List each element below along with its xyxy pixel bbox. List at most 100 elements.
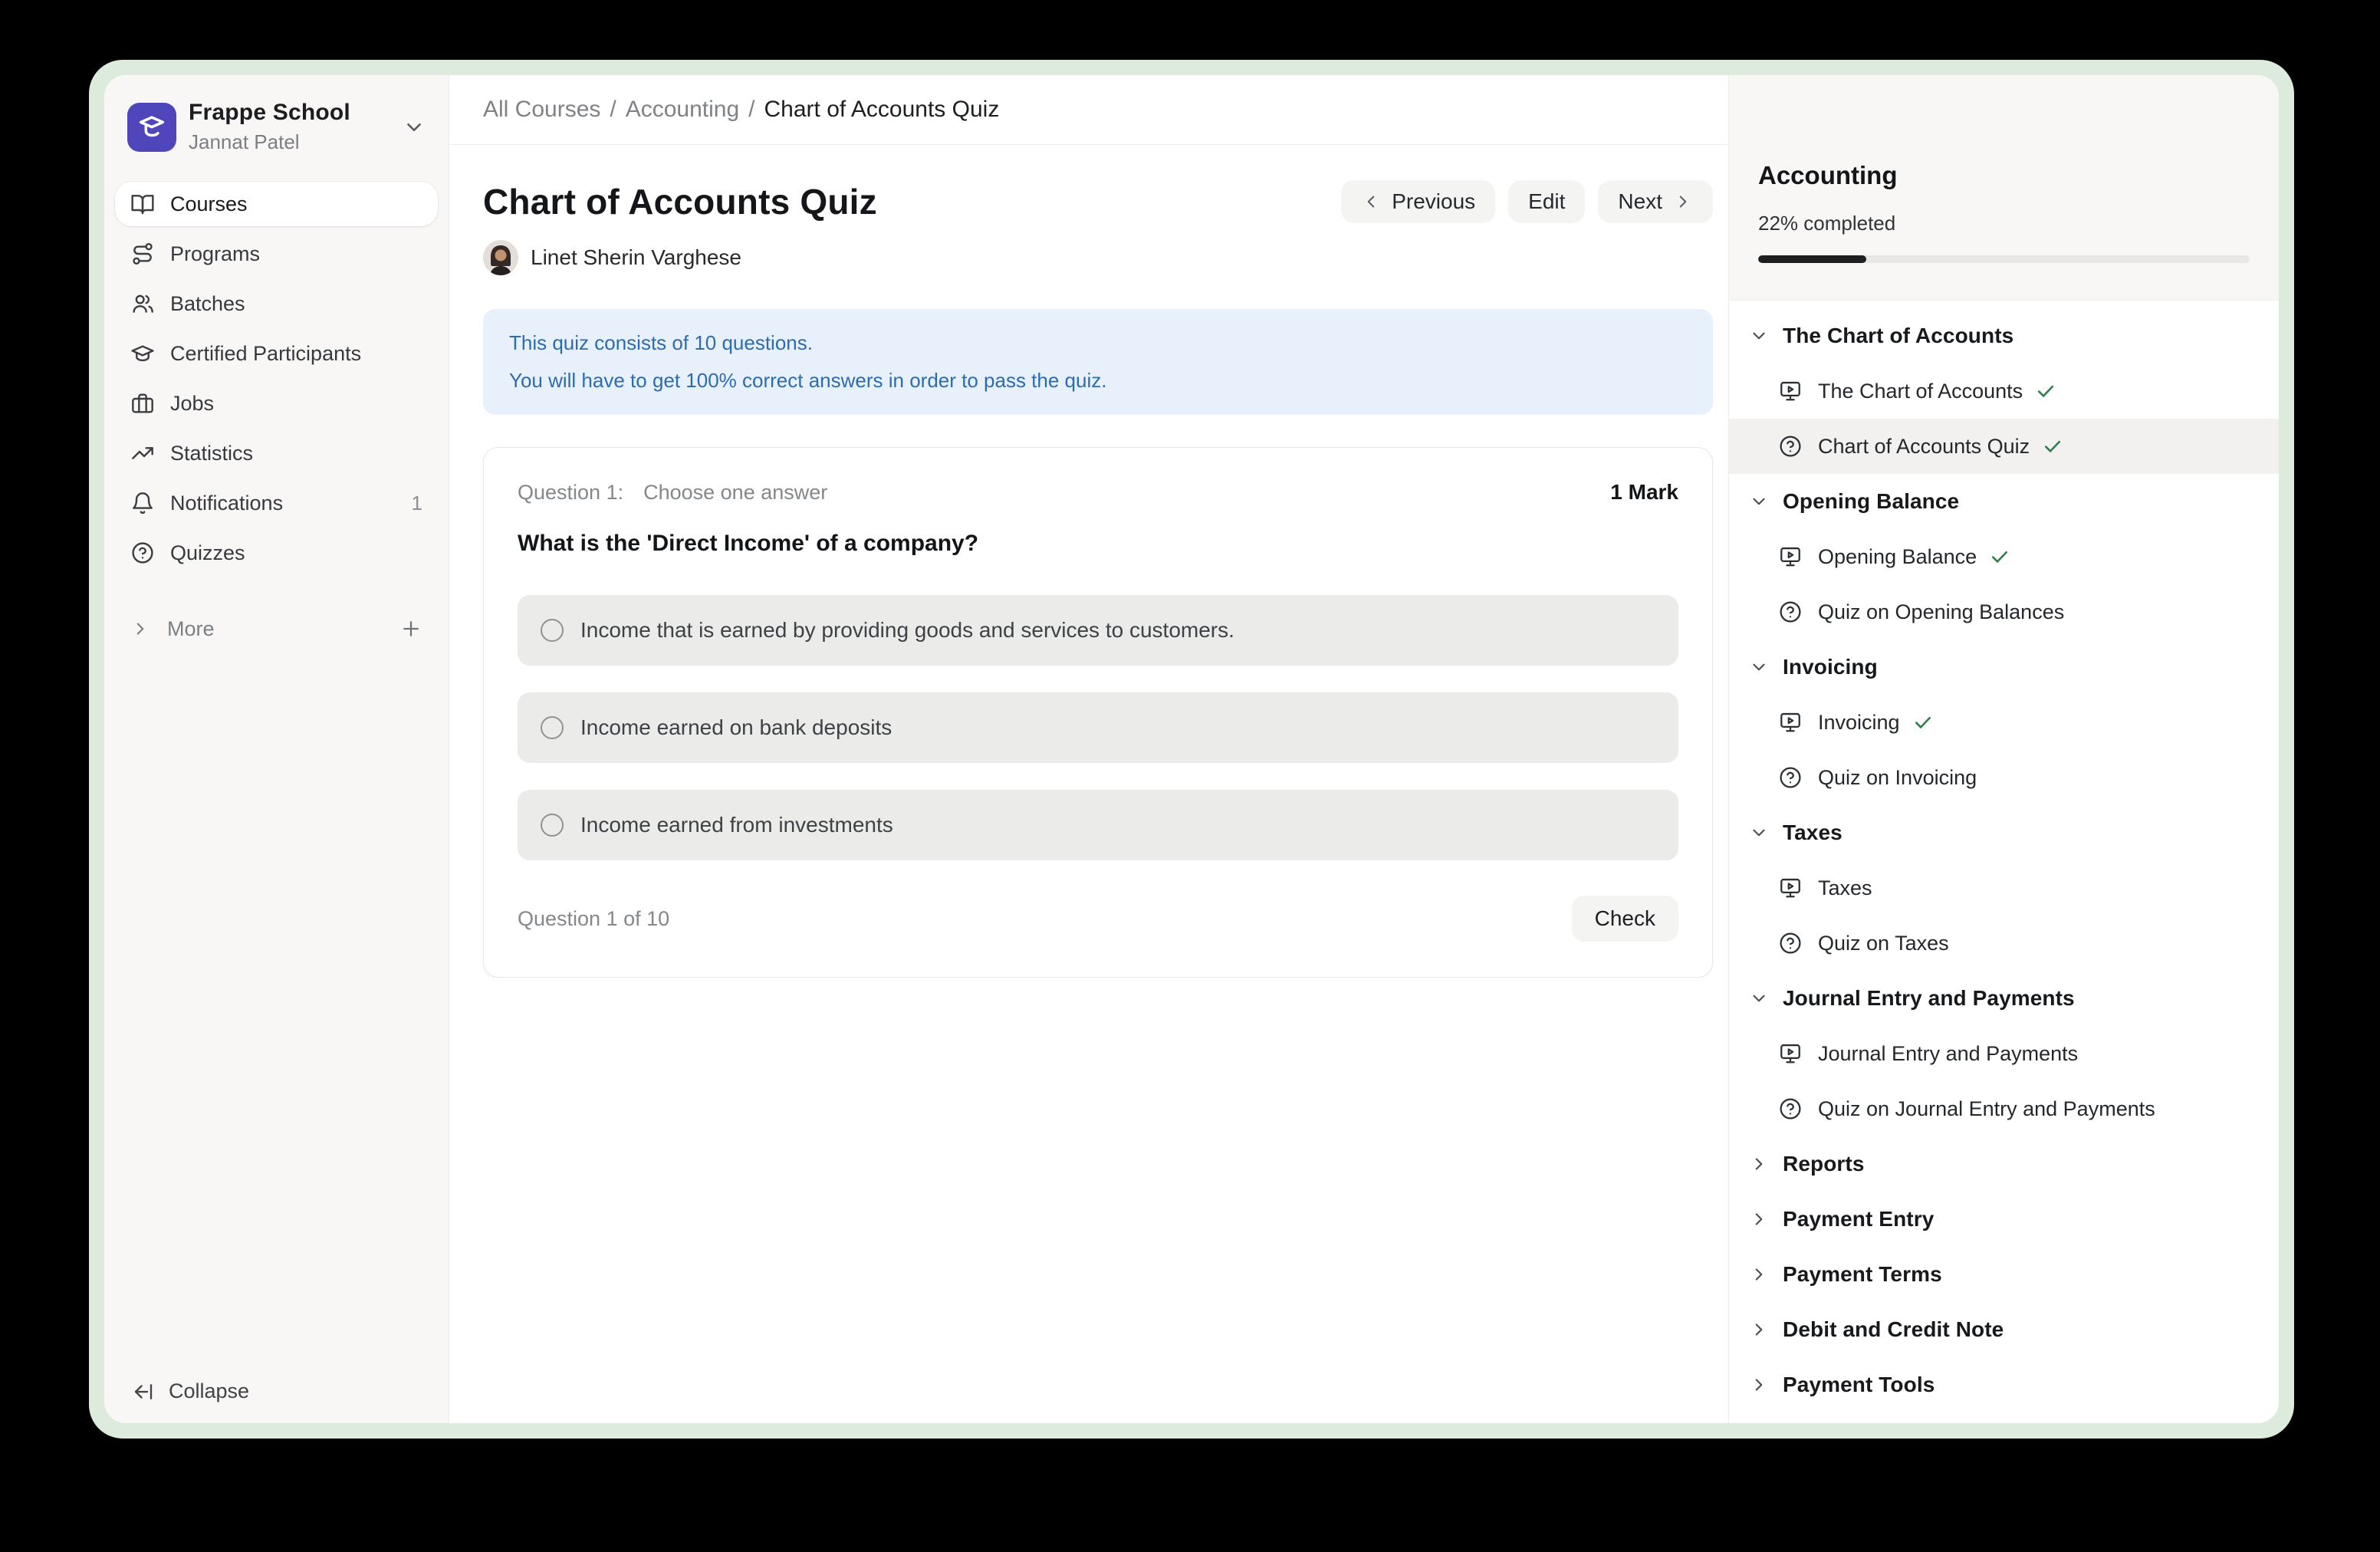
help-circle-icon [130, 541, 155, 565]
sidebar-item-courses[interactable]: Courses [115, 182, 438, 226]
check-icon [1912, 712, 1934, 733]
chevron-right-icon [1749, 1320, 1769, 1340]
quiz-icon [1778, 434, 1803, 459]
check-icon [1989, 546, 2010, 567]
outline-item-the-chart-of-accounts[interactable]: The Chart of Accounts [1729, 363, 2279, 419]
outline-section-journal-entry-and-payments[interactable]: Journal Entry and Payments [1729, 971, 2279, 1026]
banner-line: This quiz consists of 10 questions. [509, 324, 1687, 362]
sidebar-item-programs[interactable]: Programs [115, 232, 438, 276]
workspace-user: Jannat Patel [189, 130, 350, 154]
edit-label: Edit [1528, 189, 1565, 214]
outline-section-opening-balance[interactable]: Opening Balance [1729, 474, 2279, 529]
left-sidebar: Frappe School Jannat Patel Courses Progr… [104, 75, 449, 1423]
workspace-switcher[interactable]: Frappe School Jannat Patel [115, 100, 438, 154]
next-button[interactable]: Next [1598, 180, 1713, 223]
question-footer: Question 1 of 10 Check [518, 896, 1678, 942]
previous-button[interactable]: Previous [1341, 180, 1495, 223]
sidebar-item-batches[interactable]: Batches [115, 281, 438, 326]
avatar [483, 240, 518, 275]
book-open-icon [130, 192, 155, 216]
workspace-text: Frappe School Jannat Patel [189, 100, 350, 154]
outline-item-quiz-on-journal-entry-and-payments[interactable]: Quiz on Journal Entry and Payments [1729, 1081, 2279, 1136]
check-button[interactable]: Check [1572, 896, 1678, 942]
lesson-icon [1778, 544, 1803, 569]
breadcrumb-bar: All Courses / Accounting / Chart of Acco… [449, 75, 1728, 145]
outline-item-quiz-on-taxes[interactable]: Quiz on Taxes [1729, 916, 2279, 971]
course-outline-header: Accounting 22% completed [1729, 75, 2279, 301]
chevron-down-icon [1749, 657, 1769, 677]
outline-item-quiz-on-invoicing[interactable]: Quiz on Invoicing [1729, 750, 2279, 805]
collapse-sidebar-button[interactable]: Collapse [132, 1379, 249, 1403]
quiz-icon [1778, 765, 1803, 790]
chevron-down-icon [1749, 823, 1769, 843]
outline-item-quiz-on-opening-balances[interactable]: Quiz on Opening Balances [1729, 584, 2279, 640]
quiz-info-banner: This quiz consists of 10 questions. You … [483, 309, 1713, 415]
outline-section-payment-entry[interactable]: Payment Entry [1729, 1192, 2279, 1247]
lesson-icon [1778, 876, 1803, 900]
previous-label: Previous [1392, 189, 1475, 214]
check-icon [2035, 380, 2056, 402]
sidebar-nav: Courses Programs Batches Certified Parti… [115, 182, 438, 575]
course-progress-text: 22% completed [1758, 212, 2250, 235]
outline-item-taxes[interactable]: Taxes [1729, 860, 2279, 916]
course-title: Accounting [1758, 161, 2250, 190]
instructor-row: Linet Sherin Varghese [483, 240, 1713, 275]
quiz-page: Chart of Accounts Quiz Previous Edit [449, 145, 1728, 978]
arrow-left-from-line-icon [132, 1380, 155, 1403]
banner-line: You will have to get 100% correct answer… [509, 362, 1687, 400]
quiz-icon [1778, 931, 1803, 955]
bell-icon [130, 491, 155, 515]
breadcrumb-accounting[interactable]: Accounting [626, 97, 739, 123]
answer-option-3[interactable]: Income earned from investments [518, 790, 1678, 860]
chevron-right-icon [1749, 1209, 1769, 1229]
plus-icon[interactable] [399, 617, 422, 640]
outline-section-invoicing[interactable]: Invoicing [1729, 640, 2279, 695]
chevron-left-icon [1361, 192, 1381, 212]
course-outline-sidebar: Accounting 22% completed The Chart of Ac… [1728, 75, 2279, 1423]
chevron-right-icon [1749, 1154, 1769, 1174]
sidebar-item-notifications[interactable]: Notifications 1 [115, 481, 438, 525]
question-card: Question 1: Choose one answer 1 Mark Wha… [483, 447, 1713, 978]
check-icon [2042, 436, 2063, 457]
breadcrumb-separator: / [610, 97, 616, 123]
radio-button[interactable] [541, 814, 564, 837]
chevron-right-icon [1749, 1264, 1769, 1284]
outline-section-reports[interactable]: Reports [1729, 1136, 2279, 1192]
sidebar-item-quizzes[interactable]: Quizzes [115, 531, 438, 575]
route-icon [130, 242, 155, 266]
answer-option-2[interactable]: Income earned on bank deposits [518, 692, 1678, 763]
radio-button[interactable] [541, 619, 564, 642]
outline-section-the-chart-of-accounts[interactable]: The Chart of Accounts [1729, 308, 2279, 363]
sidebar-more[interactable]: More [115, 607, 438, 650]
collapse-label: Collapse [169, 1379, 249, 1403]
sidebar-item-statistics[interactable]: Statistics [115, 431, 438, 475]
outline-section-payment-tools[interactable]: Payment Tools [1729, 1357, 2279, 1412]
outline-item-invoicing[interactable]: Invoicing [1729, 695, 2279, 750]
course-progress-fill [1758, 255, 1866, 263]
app-window-frame: Frappe School Jannat Patel Courses Progr… [89, 60, 2294, 1439]
question-text: What is the 'Direct Income' of a company… [518, 531, 1678, 557]
answer-option-1[interactable]: Income that is earned by providing goods… [518, 595, 1678, 666]
quiz-icon [1778, 600, 1803, 624]
chevron-down-icon [1749, 988, 1769, 1008]
outline-item-opening-balance[interactable]: Opening Balance [1729, 529, 2279, 584]
lesson-icon [1778, 710, 1803, 735]
outline-item-journal-entry-and-payments[interactable]: Journal Entry and Payments [1729, 1026, 2279, 1081]
outline-section-taxes[interactable]: Taxes [1729, 805, 2279, 860]
question-header: Question 1: Choose one answer 1 Mark [518, 480, 1678, 505]
radio-button[interactable] [541, 716, 564, 739]
more-label: More [167, 617, 215, 641]
breadcrumb-all-courses[interactable]: All Courses [483, 97, 600, 123]
chevron-right-icon [1749, 1375, 1769, 1395]
outline-section-payment-terms[interactable]: Payment Terms [1729, 1247, 2279, 1302]
page-title: Chart of Accounts Quiz [483, 181, 877, 222]
lesson-icon [1778, 1041, 1803, 1066]
users-icon [130, 291, 155, 316]
question-progress: Question 1 of 10 [518, 907, 669, 931]
sidebar-item-certified-participants[interactable]: Certified Participants [115, 331, 438, 376]
edit-button[interactable]: Edit [1508, 180, 1585, 223]
sidebar-item-jobs[interactable]: Jobs [115, 381, 438, 426]
breadcrumb: All Courses / Accounting / Chart of Acco… [483, 97, 999, 123]
outline-item-chart-of-accounts-quiz[interactable]: Chart of Accounts Quiz [1729, 419, 2279, 474]
outline-section-debit-and-credit-note[interactable]: Debit and Credit Note [1729, 1302, 2279, 1357]
